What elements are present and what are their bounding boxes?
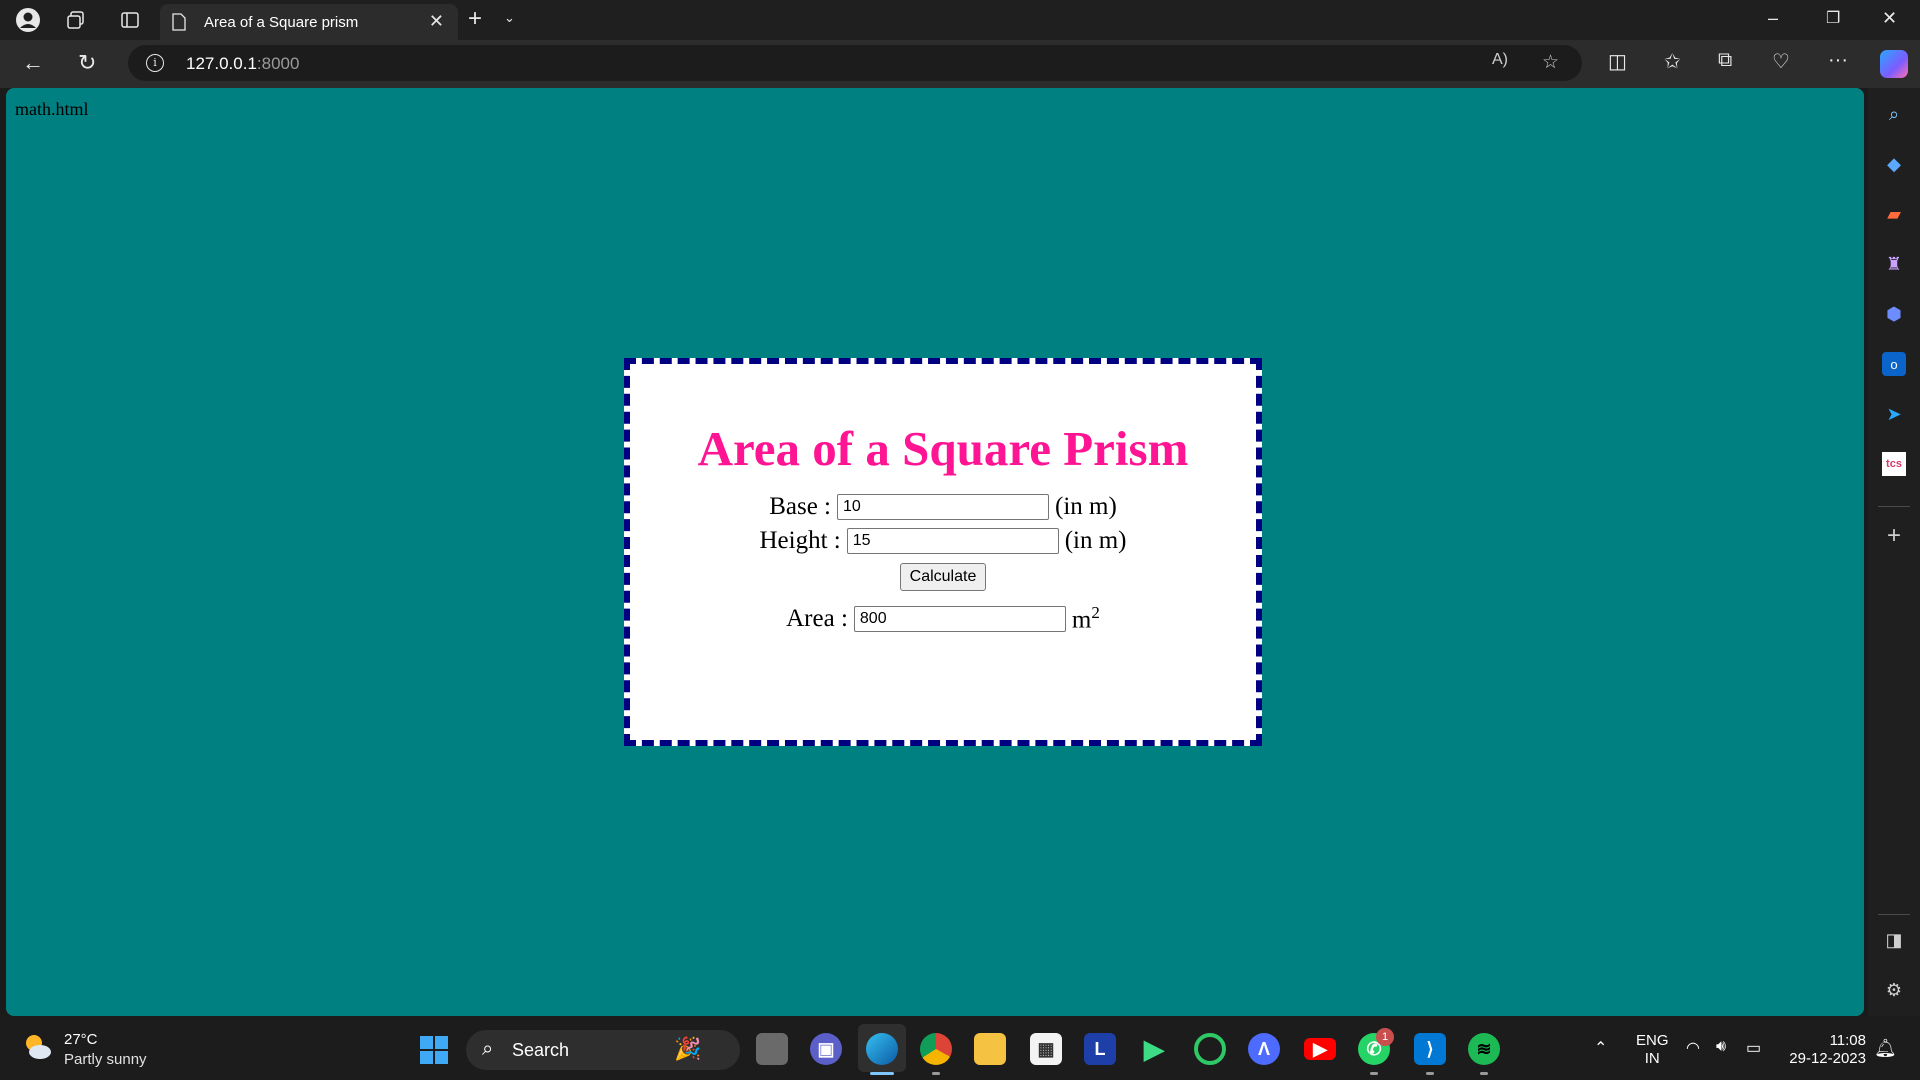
search-label: Search bbox=[512, 1040, 570, 1060]
browser-essentials-icon[interactable]: ♡ bbox=[1772, 49, 1790, 74]
telegram-icon[interactable]: ➤ bbox=[1882, 402, 1906, 426]
windows-start-icon[interactable] bbox=[420, 1036, 448, 1064]
l-app-icon[interactable]: L bbox=[1084, 1033, 1116, 1065]
vscode-icon[interactable]: ⟩ bbox=[1414, 1033, 1446, 1065]
page-title: Area of a Square Prism bbox=[697, 421, 1189, 476]
area-row: Area : m2 bbox=[630, 603, 1256, 634]
minimize-icon[interactable]: – bbox=[1768, 8, 1778, 29]
games-icon[interactable]: ♜ bbox=[1882, 252, 1906, 276]
search-icon[interactable]: ⌕ bbox=[1882, 102, 1906, 126]
system-clock[interactable]: 11:08 29-12-2023 bbox=[1786, 1032, 1866, 1068]
window-close-icon[interactable]: ✕ bbox=[1882, 8, 1897, 29]
address-bar[interactable]: i 127.0.0.1:8000 A) ☆ bbox=[128, 45, 1582, 81]
page-filename: math.html bbox=[15, 99, 89, 119]
url-text: 127.0.0.1:8000 bbox=[186, 54, 300, 73]
active-tab[interactable]: Area of a Square prism ✕ bbox=[160, 4, 458, 40]
calculator-card: Area of a Square Prism Base : (in m) Hei… bbox=[624, 358, 1262, 746]
play-store-icon[interactable]: ▶ bbox=[1138, 1033, 1170, 1065]
taskbar-search[interactable]: ⌕ Search 🎉 bbox=[466, 1030, 740, 1070]
profile-icon[interactable] bbox=[14, 6, 42, 34]
chrome-icon[interactable] bbox=[920, 1033, 952, 1065]
vertical-tabs-icon[interactable] bbox=[116, 6, 144, 34]
weather-desc: Partly sunny bbox=[64, 1051, 147, 1068]
bell-icon[interactable]: 🔔︎ bbox=[1874, 1038, 1897, 1059]
weather-temp: 27°C bbox=[64, 1031, 98, 1048]
volume-icon[interactable]: 🔊︎ bbox=[1716, 1038, 1726, 1056]
button-row: Calculate bbox=[630, 563, 1256, 591]
copilot-icon[interactable] bbox=[1880, 50, 1908, 78]
microsoft-store-icon[interactable]: ▦ bbox=[1030, 1033, 1062, 1065]
edge-icon[interactable] bbox=[866, 1033, 898, 1065]
split-screen-icon[interactable]: ◫ bbox=[1608, 49, 1627, 74]
area-unit: m2 bbox=[1071, 603, 1100, 634]
base-unit: (in m) bbox=[1055, 493, 1117, 520]
spotify-icon[interactable]: ≋ bbox=[1468, 1033, 1500, 1065]
chrome-running-indicator bbox=[932, 1072, 940, 1075]
spotify-running-indicator bbox=[1480, 1072, 1488, 1075]
vscode-running-indicator bbox=[1426, 1072, 1434, 1075]
settings-icon[interactable]: ⚙ bbox=[1882, 978, 1906, 1002]
shopping-icon[interactable]: ◆ bbox=[1882, 152, 1906, 176]
restore-icon[interactable]: ❐ bbox=[1826, 8, 1840, 28]
triangle-app-icon[interactable]: Λ bbox=[1248, 1033, 1280, 1065]
search-highlight-icon: 🎉 bbox=[674, 1036, 702, 1061]
youtube-icon[interactable]: ▶ bbox=[1304, 1038, 1336, 1060]
sidebar-toggle-icon[interactable]: ◨ bbox=[1882, 928, 1906, 952]
calculate-button[interactable]: Calculate bbox=[899, 563, 987, 591]
favorites-icon[interactable]: ✩ bbox=[1664, 49, 1681, 74]
browser-toolbar: ← ↻ i 127.0.0.1:8000 A) ☆ ◫ ✩ ⧉ ♡ ··· bbox=[0, 40, 1920, 88]
wifi-icon[interactable]: ◠ bbox=[1686, 1038, 1700, 1058]
collections-icon[interactable]: ⧉ bbox=[1718, 49, 1732, 72]
show-hidden-icons[interactable]: ⌃ bbox=[1594, 1038, 1607, 1058]
height-input[interactable] bbox=[846, 528, 1059, 554]
sidebar-separator bbox=[1878, 914, 1910, 915]
battery-icon[interactable]: ▭ bbox=[1746, 1038, 1761, 1058]
tools-icon[interactable]: ▰ bbox=[1882, 202, 1906, 226]
tab-title: Area of a Square prism bbox=[204, 14, 359, 31]
task-view-icon[interactable] bbox=[756, 1033, 788, 1065]
refresh-icon[interactable]: ↻ bbox=[78, 50, 96, 76]
height-label: Height : bbox=[759, 527, 841, 554]
whatsapp-badge: 1 bbox=[1376, 1028, 1394, 1046]
browser-title-bar: Area of a Square prism ✕ + ⌄ – ❐ ✕ bbox=[0, 0, 1920, 40]
base-row: Base : (in m) bbox=[630, 493, 1256, 521]
tab-dropdown-icon[interactable]: ⌄ bbox=[504, 10, 515, 26]
height-unit: (in m) bbox=[1064, 527, 1127, 554]
outlook-icon[interactable]: o bbox=[1882, 352, 1906, 376]
partly-sunny-icon[interactable] bbox=[20, 1030, 54, 1064]
area-label: Area : bbox=[786, 604, 848, 632]
edge-sidebar: ⌕ ◆ ▰ ♜ ⬢ o ➤ tcs + ◨ ⚙ bbox=[1868, 88, 1920, 1016]
tcs-icon[interactable]: tcs bbox=[1882, 452, 1906, 476]
favorite-star-icon[interactable]: ☆ bbox=[1542, 51, 1559, 74]
document-icon bbox=[172, 13, 186, 31]
sidebar-separator bbox=[1878, 506, 1910, 507]
file-explorer-icon[interactable] bbox=[974, 1033, 1006, 1065]
search-icon: ⌕ bbox=[482, 1038, 494, 1060]
add-icon[interactable]: + bbox=[1882, 522, 1906, 549]
base-label: Base : bbox=[769, 493, 831, 520]
whatsapp-running-indicator bbox=[1370, 1072, 1378, 1075]
more-icon[interactable]: ··· bbox=[1828, 49, 1848, 72]
teams-icon[interactable]: ▣ bbox=[810, 1033, 842, 1065]
base-input[interactable] bbox=[837, 494, 1049, 520]
workspaces-icon[interactable] bbox=[62, 6, 90, 34]
windows-taskbar: 27°C Partly sunny ⌕ Search 🎉 ▣ ▦ L ▶ Λ ▶… bbox=[0, 1016, 1920, 1080]
read-aloud-icon[interactable]: A) bbox=[1492, 51, 1508, 69]
area-output[interactable] bbox=[853, 605, 1066, 632]
edge-running-indicator bbox=[870, 1072, 894, 1075]
language-indicator[interactable]: ENG IN bbox=[1636, 1032, 1669, 1068]
web-page: math.html Area of a Square Prism Base : … bbox=[6, 88, 1864, 1016]
new-tab-icon[interactable]: + bbox=[468, 5, 482, 33]
info-icon[interactable]: i bbox=[146, 54, 164, 72]
back-icon[interactable]: ← bbox=[22, 50, 44, 76]
office-icon[interactable]: ⬢ bbox=[1882, 302, 1906, 326]
green-ring-app-icon[interactable] bbox=[1194, 1033, 1226, 1065]
close-icon[interactable]: ✕ bbox=[429, 11, 444, 32]
height-row: Height : (in m) bbox=[630, 527, 1256, 555]
